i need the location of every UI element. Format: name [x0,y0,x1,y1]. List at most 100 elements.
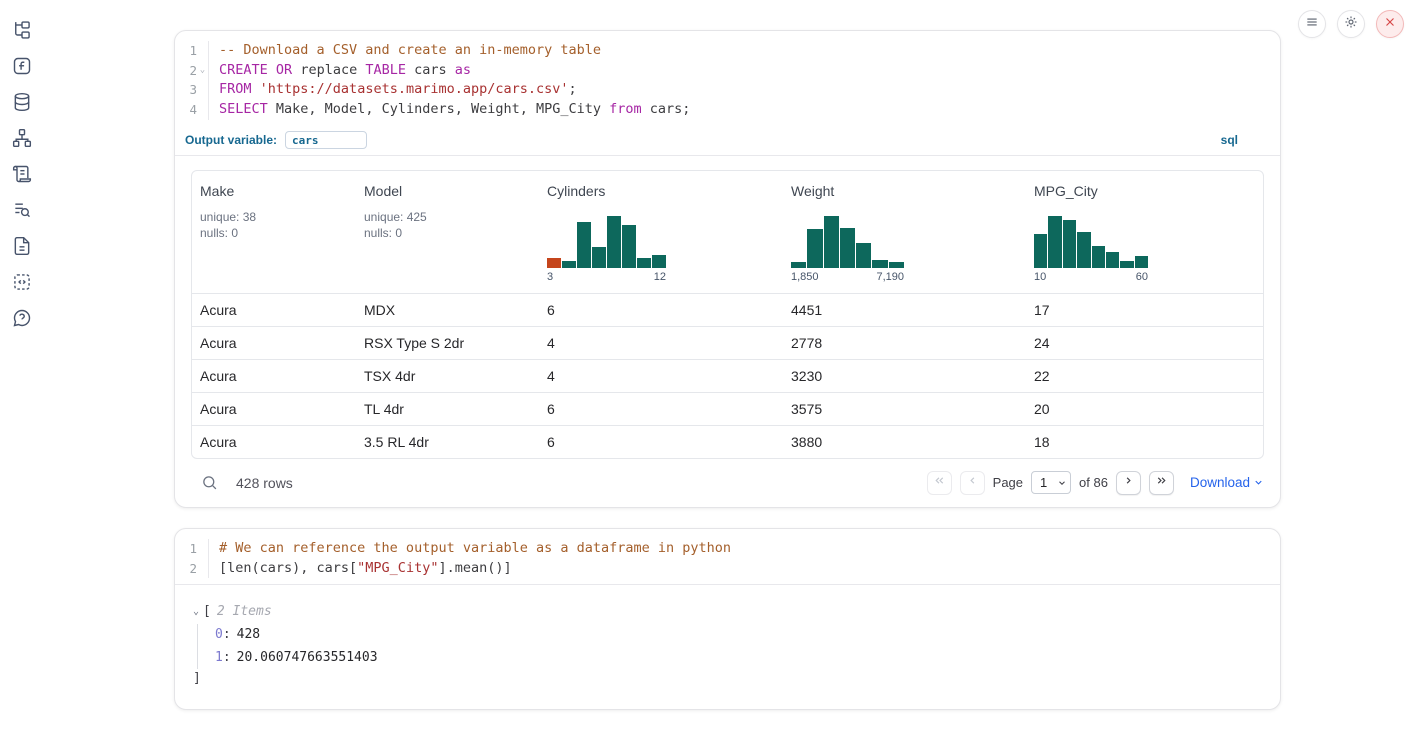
weight-histogram[interactable]: 1,850 7,190 [791,216,904,283]
column-header-cylinders[interactable]: Cylinders 312 [539,171,783,293]
table-row[interactable]: Acura TSX 4dr 4 3230 22 [192,359,1263,392]
histogram-bar [577,222,591,268]
cylinders-histogram[interactable]: 3 12 [547,216,666,283]
prev-page-button[interactable] [960,471,985,495]
settings-button[interactable] [1337,10,1365,38]
code-line[interactable]: 2[len(cars), cars["MPG_City"].mean()] [175,559,1280,579]
histogram-bars [791,216,904,268]
line-number: 2 [175,559,197,579]
items-count: 2 Items [217,601,272,622]
sidebar-item-logs[interactable] [10,200,34,224]
histogram-bar [1135,256,1148,268]
table-footer: 428 rows Page 1 of 86 [191,459,1264,507]
page-total-label: of 86 [1079,475,1108,490]
tree-item: 1:20.060747663551403 [215,647,1262,670]
download-button[interactable]: Download [1190,475,1264,491]
histogram-bar [1034,234,1047,268]
histogram-bar [607,216,621,268]
histogram-bar [840,228,855,268]
sidebar-item-snippets[interactable] [10,272,34,296]
list-search-icon [12,200,32,225]
language-badge: sql [1221,133,1270,147]
histogram-bar [1063,220,1076,268]
column-header-model[interactable]: Model unique: 425 nulls: 0 [356,171,539,293]
network-graph-icon [12,128,32,153]
line-number: 1 [175,539,197,559]
first-page-button[interactable] [927,471,952,495]
code-line[interactable]: 2⌄CREATE OR replace TABLE cars as [175,61,1280,81]
python-editor[interactable]: 1# We can reference the output variable … [175,529,1280,584]
collapse-chevron-icon[interactable]: ⌄ [193,601,199,622]
next-page-button[interactable] [1116,471,1141,495]
code-line[interactable]: 4SELECT Make, Model, Cylinders, Weight, … [175,100,1280,120]
hist-max-label: 60 [1136,271,1148,283]
divider [175,155,1280,156]
sql-meta-row: Output variable: sql [175,126,1280,155]
histogram-bar [1106,252,1119,268]
menu-button[interactable] [1298,10,1326,38]
last-page-button[interactable] [1149,471,1174,495]
code-snippet-icon [12,272,32,297]
sidebar-item-variables[interactable] [10,56,34,80]
code-line[interactable]: 3FROM 'https://datasets.marimo.app/cars.… [175,80,1280,100]
code-line[interactable]: 1# We can reference the output variable … [175,539,1280,559]
function-icon [12,56,32,81]
chevron-right-icon [1122,474,1135,492]
column-header-make[interactable]: Make unique: 38 nulls: 0 [192,171,356,293]
sidebar-item-scratchpad[interactable] [10,164,34,188]
column-header-mpg-city[interactable]: MPG_City 1060 [1026,171,1263,293]
histogram-bar [791,262,806,268]
sidebar-item-documentation[interactable] [10,236,34,260]
data-table: Make unique: 38 nulls: 0 Model unique: 4… [191,170,1264,459]
sidebar-item-help[interactable] [10,308,34,332]
hist-min-label: 10 [1034,271,1046,283]
page-label: Page [993,475,1023,490]
tree-children: 0:428 1:20.060747663551403 [197,624,1262,669]
gear-icon [1344,15,1358,34]
fold-chevron-icon[interactable]: ⌄ [197,61,209,81]
sql-cell: 1-- Download a CSV and create an in-memo… [174,30,1281,508]
column-stat: nulls: 0 [364,225,531,241]
sidebar-item-dependencies[interactable] [10,128,34,152]
file-tree-icon [12,20,32,45]
histogram-bar [622,225,636,268]
sql-editor[interactable]: 1-- Download a CSV and create an in-memo… [175,31,1280,126]
hist-max-label: 12 [654,271,666,283]
table-row[interactable]: Acura 3.5 RL 4dr 6 3880 18 [192,425,1263,458]
hamburger-icon [1305,15,1319,34]
histogram-bar [592,247,606,268]
histogram-bar [1120,261,1133,268]
line-number: 4 [175,100,197,120]
histogram-bars [547,216,666,268]
histogram-bar [547,258,561,268]
histogram-bar [856,243,871,268]
python-cell: 1# We can reference the output variable … [174,528,1281,710]
line-number: 3 [175,80,197,100]
search-icon[interactable] [201,474,218,491]
table-row[interactable]: Acura RSX Type S 2dr 4 2778 24 [192,326,1263,359]
shutdown-button[interactable] [1376,10,1404,38]
page-select[interactable]: 1 [1031,471,1071,494]
sidebar-item-files[interactable] [10,20,34,44]
scroll-icon [12,164,32,189]
line-number: 2 [175,61,197,81]
hist-min-label: 1,850 [791,271,819,283]
bracket-close: ] [193,669,1262,689]
row-count: 428 rows [236,475,293,491]
hist-max-label: 7,190 [876,271,904,283]
column-header-weight[interactable]: Weight 1,8507,190 [783,171,1026,293]
histogram-bar [872,260,887,268]
histogram-bar [889,262,904,268]
table-row[interactable]: Acura MDX 6 4451 17 [192,293,1263,326]
sidebar-item-datasources[interactable] [10,92,34,116]
chevron-down-icon [1253,475,1264,491]
mpg-city-histogram[interactable]: 10 60 [1034,216,1148,283]
histogram-bar [1048,216,1061,268]
code-line[interactable]: 1-- Download a CSV and create an in-memo… [175,41,1280,61]
output-variable-input[interactable] [285,131,367,149]
notebook: 1-- Download a CSV and create an in-memo… [174,30,1281,710]
column-stat: nulls: 0 [200,225,348,241]
hist-min-label: 3 [547,271,553,283]
table-row[interactable]: Acura TL 4dr 6 3575 20 [192,392,1263,425]
histogram-bar [824,216,839,268]
